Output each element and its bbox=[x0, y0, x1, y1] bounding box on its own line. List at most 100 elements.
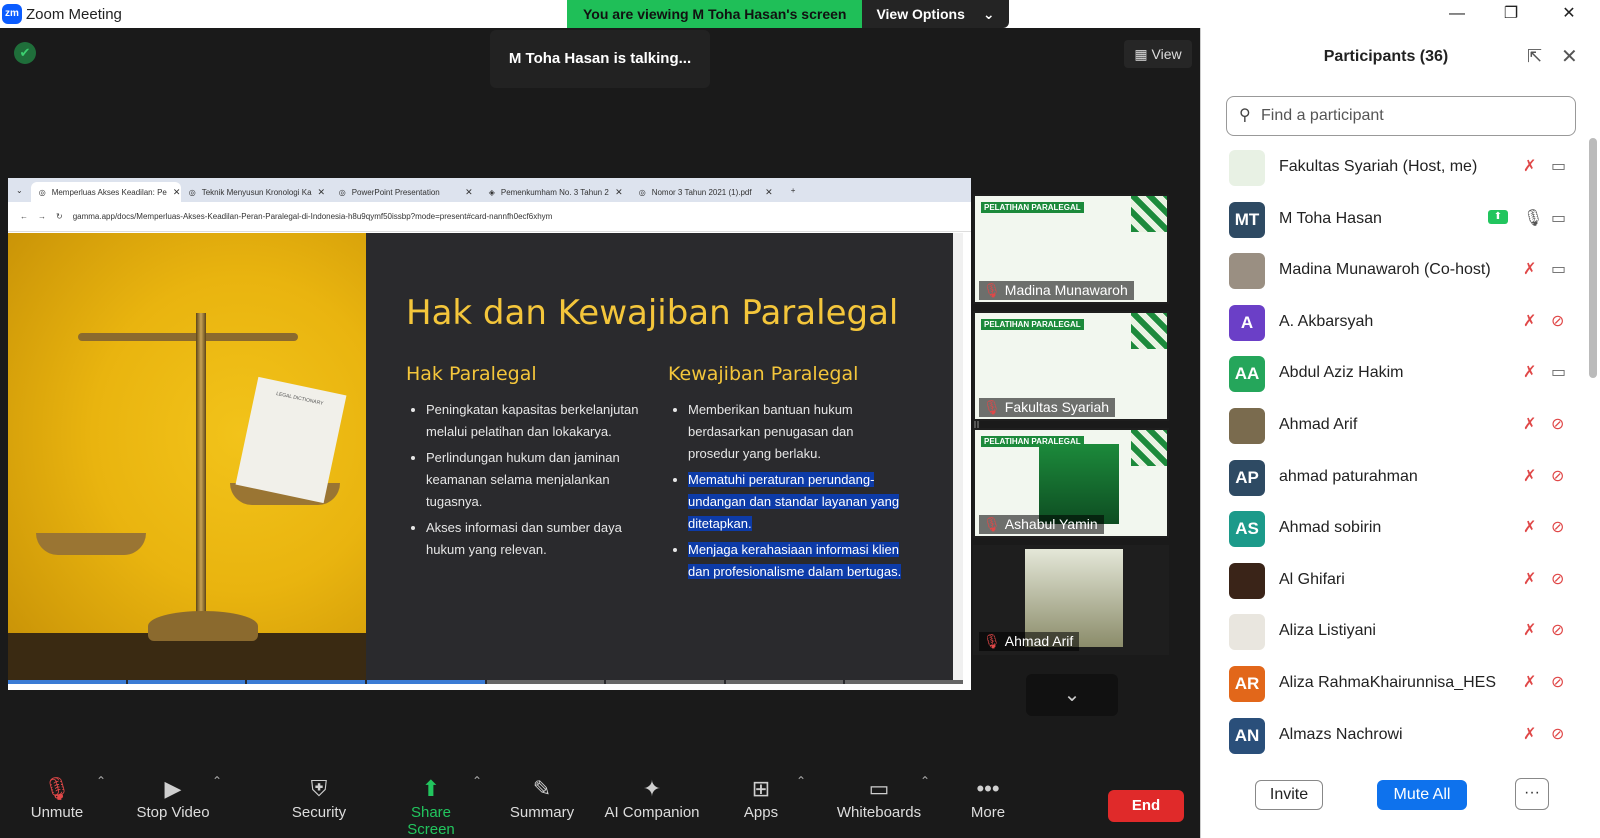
mic-muted-icon[interactable]: ✗ bbox=[1523, 466, 1536, 486]
tab-list-icon[interactable]: ⌄ bbox=[8, 186, 31, 195]
mic-muted-icon[interactable]: ✗ bbox=[1523, 414, 1536, 434]
caret-up-icon[interactable]: ⌃ bbox=[212, 774, 222, 788]
browser-tab-1[interactable]: ◎ Memperluas Akses Keadilan: Pe ✕ bbox=[30, 182, 181, 202]
mic-muted-icon[interactable]: ✗ bbox=[1523, 569, 1536, 589]
mic-muted-icon[interactable]: ✗ bbox=[1523, 259, 1536, 279]
camera-icon[interactable]: ▭ bbox=[1551, 156, 1566, 176]
mic-muted-icon: 🎙 bbox=[43, 776, 71, 801]
tab-close-icon[interactable]: ✕ bbox=[465, 187, 473, 198]
participant-row[interactable]: Madina Munawaroh (Co-host) ✗ ▭ bbox=[1201, 245, 1586, 297]
tab-close-icon[interactable]: ✕ bbox=[615, 187, 623, 198]
scroll-thumbnails-down-icon[interactable]: ⌄ bbox=[1026, 674, 1118, 716]
video-tile-name: 🎙 Ahmad Arif bbox=[979, 632, 1080, 651]
back-icon[interactable]: ← bbox=[20, 212, 28, 221]
caret-up-icon[interactable]: ⌃ bbox=[920, 774, 930, 788]
pop-out-icon[interactable]: ⇱ bbox=[1527, 46, 1542, 67]
participant-row[interactable]: Fakultas Syariah (Host, me) ✗ ▭ bbox=[1201, 142, 1586, 194]
participant-row[interactable]: AP ahmad paturahman ✗ ⊘ bbox=[1201, 452, 1586, 504]
security-button[interactable]: ⛨ Security bbox=[274, 776, 364, 821]
mic-muted-icon[interactable]: ✗ bbox=[1523, 517, 1536, 537]
mic-icon[interactable]: 🎙 bbox=[1523, 208, 1543, 228]
video-tile-name: 🎙 Fakultas Syariah bbox=[979, 398, 1116, 417]
mic-muted-icon[interactable]: ✗ bbox=[1523, 724, 1536, 744]
browser-tab-3[interactable]: ◎ PowerPoint Presentation ✕ bbox=[331, 182, 481, 202]
meeting-stage: ✔ M Toha Hasan is talking... ▦ View ⌄ ◎ M… bbox=[0, 28, 1200, 768]
encryption-shield-icon[interactable]: ✔ bbox=[14, 42, 36, 64]
camera-icon[interactable]: ▭ bbox=[1551, 362, 1566, 382]
minimize-icon[interactable]: — bbox=[1434, 2, 1480, 26]
video-tile[interactable]: 🎙 Ahmad Arif bbox=[973, 545, 1169, 655]
participant-row[interactable]: Al Ghifari ✗ ⊘ bbox=[1201, 555, 1586, 607]
hak-item: Perlindungan hukum dan jaminan keamanan … bbox=[426, 447, 656, 513]
tab-close-icon[interactable]: ✕ bbox=[318, 187, 326, 198]
participant-search-input[interactable]: ⚲ Find a participant bbox=[1226, 96, 1576, 136]
video-tile[interactable]: PELATIHAN PARALEGAL 🎙 Ashabul Yamin bbox=[973, 428, 1169, 538]
mic-muted-icon[interactable]: ✗ bbox=[1523, 156, 1536, 176]
camera-off-icon[interactable]: ⊘ bbox=[1551, 569, 1564, 589]
camera-off-icon[interactable]: ⊘ bbox=[1551, 517, 1564, 537]
page-scrollbar[interactable] bbox=[953, 233, 963, 680]
camera-off-icon[interactable]: ⊘ bbox=[1551, 724, 1564, 744]
camera-off-icon[interactable]: ⊘ bbox=[1551, 414, 1564, 434]
participant-row[interactable]: A A. Akbarsyah ✗ ⊘ bbox=[1201, 297, 1586, 349]
more-button[interactable]: ••• More bbox=[943, 776, 1033, 821]
mic-muted-icon[interactable]: ✗ bbox=[1523, 311, 1536, 331]
close-panel-icon[interactable]: ✕ bbox=[1561, 44, 1578, 69]
caret-up-icon[interactable]: ⌃ bbox=[472, 774, 482, 788]
maximize-icon[interactable]: ❐ bbox=[1488, 2, 1534, 26]
camera-off-icon[interactable]: ⊘ bbox=[1551, 466, 1564, 486]
participant-row[interactable]: MT M Toha Hasan ⬆ 🎙 ▭ bbox=[1201, 194, 1586, 246]
avatar bbox=[1229, 614, 1265, 651]
new-tab-icon[interactable]: + bbox=[781, 186, 806, 195]
camera-off-icon[interactable]: ⊘ bbox=[1551, 672, 1564, 692]
reload-icon[interactable]: ↻ bbox=[56, 212, 63, 221]
participant-name: Ahmad sobirin bbox=[1279, 519, 1382, 537]
mic-muted-icon[interactable]: ✗ bbox=[1523, 362, 1536, 382]
participant-row[interactable]: AR Aliza RahmaKhairunnisa_HES ✗ ⊘ bbox=[1201, 658, 1586, 710]
mic-muted-icon[interactable]: ✗ bbox=[1523, 620, 1536, 640]
summary-button[interactable]: ✎ Summary bbox=[497, 776, 587, 821]
apps-button[interactable]: ⊞ Apps ⌃ bbox=[716, 774, 806, 821]
participant-row[interactable]: AS Ahmad sobirin ✗ ⊘ bbox=[1201, 503, 1586, 555]
camera-off-icon[interactable]: ⊘ bbox=[1551, 620, 1564, 640]
browser-tab-2[interactable]: ◎ Teknik Menyusun Kronologi Ka ✕ bbox=[181, 182, 331, 202]
shared-screen[interactable]: ⌄ ◎ Memperluas Akses Keadilan: Pe ✕ ◎ Tekni… bbox=[8, 178, 971, 690]
participant-name: Almazs Nachrowi bbox=[1279, 725, 1403, 743]
camera-icon[interactable]: ▭ bbox=[1551, 208, 1566, 228]
tab-favicon-icon: ◎ bbox=[38, 187, 46, 197]
whiteboards-button[interactable]: ▭ Whiteboards ⌃ bbox=[824, 774, 934, 821]
camera-off-icon[interactable]: ⊘ bbox=[1551, 311, 1564, 331]
browser-tab-4[interactable]: ◈ Pemenkumham No. 3 Tahun 2 ✕ bbox=[481, 182, 631, 202]
participant-row[interactable]: AN Almazs Nachrowi ✗ ⊘ bbox=[1201, 710, 1586, 762]
mic-muted-icon[interactable]: ✗ bbox=[1523, 672, 1536, 692]
video-tile[interactable]: PELATIHAN PARALEGAL 🎙 Madina Munawaroh bbox=[973, 194, 1169, 304]
paper-text: LEGAL DICTIONARY bbox=[275, 390, 324, 407]
more-options-button[interactable]: ··· bbox=[1515, 778, 1549, 810]
mute-all-button[interactable]: Mute All bbox=[1377, 780, 1467, 810]
camera-icon[interactable]: ▭ bbox=[1551, 259, 1566, 279]
tab-close-icon[interactable]: ✕ bbox=[173, 187, 181, 198]
address-bar[interactable]: gamma.app/docs/Memperluas-Akses-Keadilan… bbox=[73, 212, 553, 221]
stop-video-button[interactable]: ▶ Stop Video ⌃ bbox=[128, 774, 222, 821]
invite-button[interactable]: Invite bbox=[1255, 780, 1323, 810]
tab-close-icon[interactable]: ✕ bbox=[765, 187, 773, 198]
participant-row[interactable]: Ahmad Arif ✗ ⊘ bbox=[1201, 400, 1586, 452]
view-button[interactable]: ▦ View bbox=[1124, 40, 1192, 68]
video-tile[interactable]: PELATIHAN PARALEGAL 🎙 Fakultas Syariah bbox=[973, 311, 1169, 421]
browser-tab-5[interactable]: ◎ Nomor 3 Tahun 2021 (1).pdf ✕ bbox=[631, 182, 781, 202]
participant-list-scrollbar[interactable] bbox=[1589, 138, 1597, 378]
caret-up-icon[interactable]: ⌃ bbox=[796, 774, 806, 788]
unmute-button[interactable]: 🎙 Unmute ⌃ bbox=[12, 774, 106, 821]
caret-up-icon[interactable]: ⌃ bbox=[96, 774, 106, 788]
forward-icon[interactable]: → bbox=[38, 212, 46, 221]
close-window-icon[interactable]: ✕ bbox=[1546, 2, 1592, 26]
decor-stripe bbox=[1131, 196, 1167, 232]
participant-row[interactable]: AA Abdul Aziz Hakim ✗ ▭ bbox=[1201, 348, 1586, 400]
kewajiban-item: Menjaga kerahasiaan informasi klien dan … bbox=[688, 539, 908, 583]
share-screen-button[interactable]: ⬆ Share Screen ⌃ bbox=[386, 774, 482, 838]
view-options-button[interactable]: View Options ⌄ bbox=[862, 0, 1009, 28]
ai-companion-button[interactable]: ✦ AI Companion bbox=[595, 776, 709, 821]
participant-row[interactable]: Aliza Listiyani ✗ ⊘ bbox=[1201, 606, 1586, 658]
end-meeting-button[interactable]: End bbox=[1108, 790, 1184, 822]
whiteboard-icon: ▭ bbox=[868, 776, 890, 801]
